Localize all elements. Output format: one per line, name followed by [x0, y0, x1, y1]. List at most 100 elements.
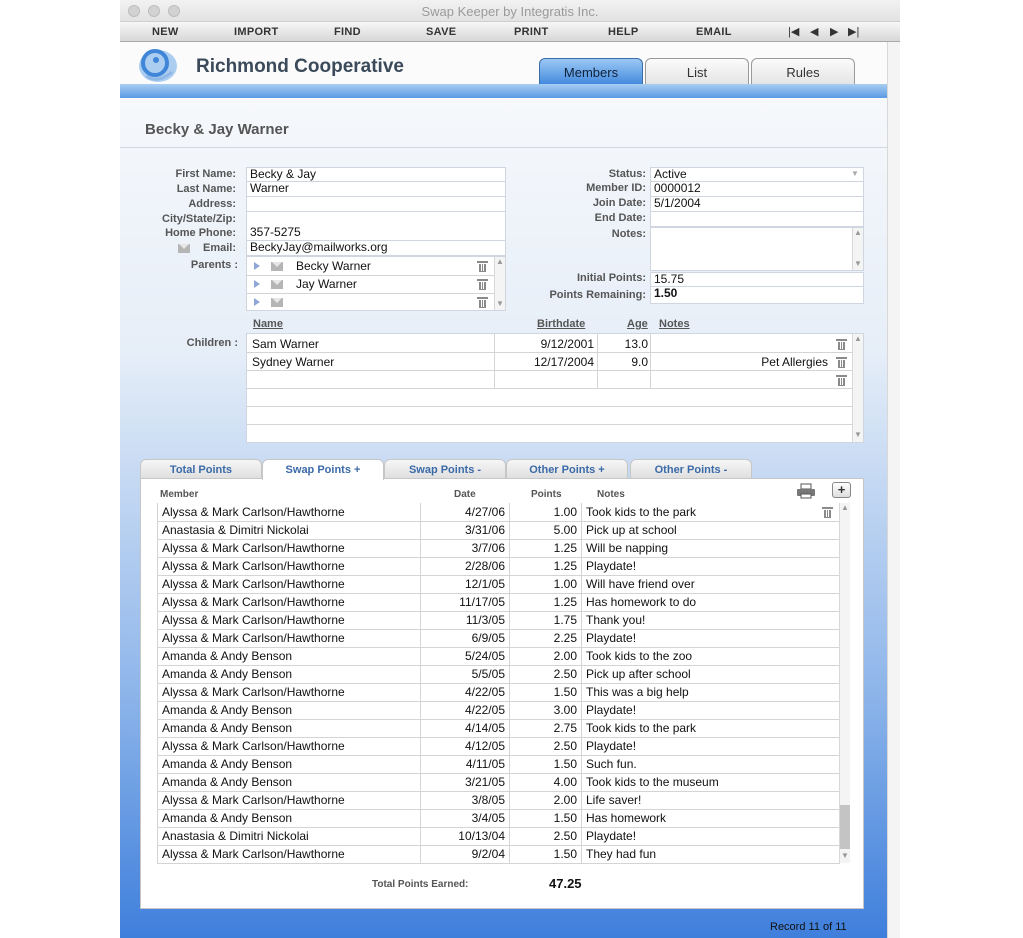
swap-notes-cell[interactable]: Playdate!	[581, 701, 840, 720]
parents-scrollbar[interactable]: ▲ ▼	[494, 257, 505, 310]
swap-points-cell[interactable]: 1.50	[509, 809, 582, 828]
table-row[interactable]: Amanda & Andy Benson 5/24/05 2.00 Took kids…	[157, 647, 840, 666]
envelope-icon[interactable]	[271, 262, 283, 271]
table-row[interactable]: Alyssa & Mark Carlson/Hawthorne 12/1/05 1.…	[157, 575, 840, 594]
table-row[interactable]: Amanda & Andy Benson 5/5/05 2.50 Pick up af…	[157, 665, 840, 684]
swap-notes-cell[interactable]: Has homework	[581, 809, 840, 828]
swap-notes-cell[interactable]: Playdate!	[581, 557, 840, 576]
home-phone-field[interactable]: 357-5275	[246, 226, 506, 241]
swap-date-cell[interactable]: 4/22/05	[420, 701, 510, 720]
swap-member-cell[interactable]: Amanda & Andy Benson	[157, 755, 421, 774]
swap-member-cell[interactable]: Alyssa & Mark Carlson/Hawthorne	[157, 503, 421, 522]
swap-date-cell[interactable]: 3/8/05	[420, 791, 510, 810]
trash-icon[interactable]	[822, 506, 833, 518]
email-field[interactable]: BeckyJay@mailworks.org	[246, 241, 506, 256]
menu-save[interactable]: SAVE	[426, 26, 456, 38]
table-row[interactable]: Alyssa & Mark Carlson/Hawthorne 4/12/05 2.…	[157, 737, 840, 756]
swap-points-cell[interactable]: 4.00	[509, 773, 582, 792]
swap-date-cell[interactable]: 3/31/06	[420, 521, 510, 540]
child-birthdate[interactable]: 9/12/2001	[496, 337, 594, 351]
notes-field[interactable]	[650, 227, 864, 271]
scroll-up-icon[interactable]: ▲	[496, 257, 504, 266]
swap-member-cell[interactable]: Alyssa & Mark Carlson/Hawthorne	[157, 611, 421, 630]
window-scrollbar[interactable]	[887, 42, 900, 938]
points-column-header[interactable]: Points	[531, 489, 562, 500]
table-row[interactable]: Amanda & Andy Benson 3/21/05 4.00 Took kids…	[157, 773, 840, 792]
address-field[interactable]	[246, 197, 506, 212]
swap-member-cell[interactable]: Amanda & Andy Benson	[157, 809, 421, 828]
table-row[interactable]: Alyssa & Mark Carlson/Hawthorne 4/27/06 1.…	[157, 503, 840, 522]
swap-notes-cell[interactable]: Took kids to the park	[581, 503, 840, 522]
swap-date-cell[interactable]: 4/11/05	[420, 755, 510, 774]
notes-column-header[interactable]: Notes	[597, 489, 625, 500]
swap-member-cell[interactable]: Alyssa & Mark Carlson/Hawthorne	[157, 629, 421, 648]
scroll-down-icon[interactable]: ▼	[854, 430, 862, 439]
table-row[interactable]: Alyssa & Mark Carlson/Hawthorne 11/3/05 1.…	[157, 611, 840, 630]
swap-member-cell[interactable]: Amanda & Andy Benson	[157, 665, 421, 684]
swap-points-cell[interactable]: 2.50	[509, 737, 582, 756]
join-date-field[interactable]: 5/1/2004	[650, 197, 864, 212]
next-record-button[interactable]: ▶	[830, 25, 838, 38]
swap-points-cell[interactable]: 2.50	[509, 827, 582, 846]
swap-member-cell[interactable]: Alyssa & Mark Carlson/Hawthorne	[157, 575, 421, 594]
trash-icon[interactable]	[477, 296, 488, 308]
swap-date-cell[interactable]: 9/2/04	[420, 845, 510, 864]
swap-points-cell[interactable]: 2.50	[509, 665, 582, 684]
expand-triangle-icon[interactable]	[254, 280, 260, 288]
envelope-icon[interactable]	[271, 280, 283, 289]
swap-member-cell[interactable]: Alyssa & Mark Carlson/Hawthorne	[157, 791, 421, 810]
swap-date-cell[interactable]: 12/1/05	[420, 575, 510, 594]
children-birthdate-header[interactable]: Birthdate	[537, 318, 585, 330]
menu-help[interactable]: HELP	[608, 26, 639, 38]
menu-email[interactable]: EMAIL	[696, 26, 732, 38]
swap-member-cell[interactable]: Amanda & Andy Benson	[157, 719, 421, 738]
last-record-button[interactable]: ▶|	[848, 25, 859, 38]
first-name-field[interactable]: Becky & Jay	[246, 167, 506, 182]
swap-member-cell[interactable]: Alyssa & Mark Carlson/Hawthorne	[157, 737, 421, 756]
swap-points-cell[interactable]: 5.00	[509, 521, 582, 540]
scroll-down-icon[interactable]: ▼	[841, 851, 849, 860]
swap-notes-cell[interactable]: Will be napping	[581, 539, 840, 558]
swap-notes-cell[interactable]: Has homework to do	[581, 593, 840, 612]
table-row[interactable]: Amanda & Andy Benson 3/4/05 1.50 Has homewo…	[157, 809, 840, 828]
swap-points-cell[interactable]: 1.25	[509, 593, 582, 612]
swap-notes-cell[interactable]: Playdate!	[581, 737, 840, 756]
swap-date-cell[interactable]: 3/21/05	[420, 773, 510, 792]
table-row[interactable]: Alyssa & Mark Carlson/Hawthorne 3/8/05 2.0…	[157, 791, 840, 810]
chevron-down-icon[interactable]: ▼	[851, 169, 859, 178]
tab-other-points-minus[interactable]: Other Points -	[630, 459, 752, 479]
scroll-down-icon[interactable]: ▼	[496, 299, 504, 308]
swap-points-cell[interactable]: 1.50	[509, 683, 582, 702]
swap-date-cell[interactable]: 6/9/05	[420, 629, 510, 648]
child-birthdate[interactable]: 12/17/2004	[496, 355, 594, 369]
child-name[interactable]: Sydney Warner	[252, 355, 334, 369]
swap-date-cell[interactable]: 5/5/05	[420, 665, 510, 684]
tab-other-points-plus[interactable]: Other Points +	[506, 459, 628, 479]
child-name[interactable]: Sam Warner	[252, 337, 319, 351]
swap-notes-cell[interactable]: Playdate!	[581, 827, 840, 846]
child-notes[interactable]: Pet Allergies	[652, 355, 828, 369]
swap-date-cell[interactable]: 4/27/06	[420, 503, 510, 522]
children-scrollbar[interactable]: ▲ ▼	[852, 334, 863, 442]
table-row[interactable]: Anastasia & Dimitri Nickolai 3/31/06 5.00 P…	[157, 521, 840, 540]
swap-member-cell[interactable]: Amanda & Andy Benson	[157, 773, 421, 792]
end-date-field[interactable]	[650, 212, 864, 227]
status-select[interactable]: Active	[650, 167, 864, 182]
swap-points-cell[interactable]: 3.00	[509, 701, 582, 720]
table-row[interactable]: Alyssa & Mark Carlson/Hawthorne 9/2/04 1.5…	[157, 845, 840, 864]
previous-record-button[interactable]: ◀	[810, 25, 818, 38]
envelope-icon[interactable]	[271, 298, 283, 307]
swap-points-cell[interactable]: 1.00	[509, 575, 582, 594]
swap-notes-cell[interactable]: Life saver!	[581, 791, 840, 810]
swap-points-cell[interactable]: 1.25	[509, 557, 582, 576]
swap-notes-cell[interactable]: Took kids to the park	[581, 719, 840, 738]
swap-points-cell[interactable]: 1.25	[509, 539, 582, 558]
trash-icon[interactable]	[477, 278, 488, 290]
children-name-header[interactable]: Name	[253, 318, 283, 330]
swap-notes-cell[interactable]: Pick up at school	[581, 521, 840, 540]
swap-points-cell[interactable]: 2.00	[509, 791, 582, 810]
scroll-up-icon[interactable]: ▲	[854, 334, 862, 343]
swap-date-cell[interactable]: 3/4/05	[420, 809, 510, 828]
table-row[interactable]: Alyssa & Mark Carlson/Hawthorne 3/7/06 1.2…	[157, 539, 840, 558]
tab-total-points[interactable]: Total Points	[140, 459, 262, 479]
